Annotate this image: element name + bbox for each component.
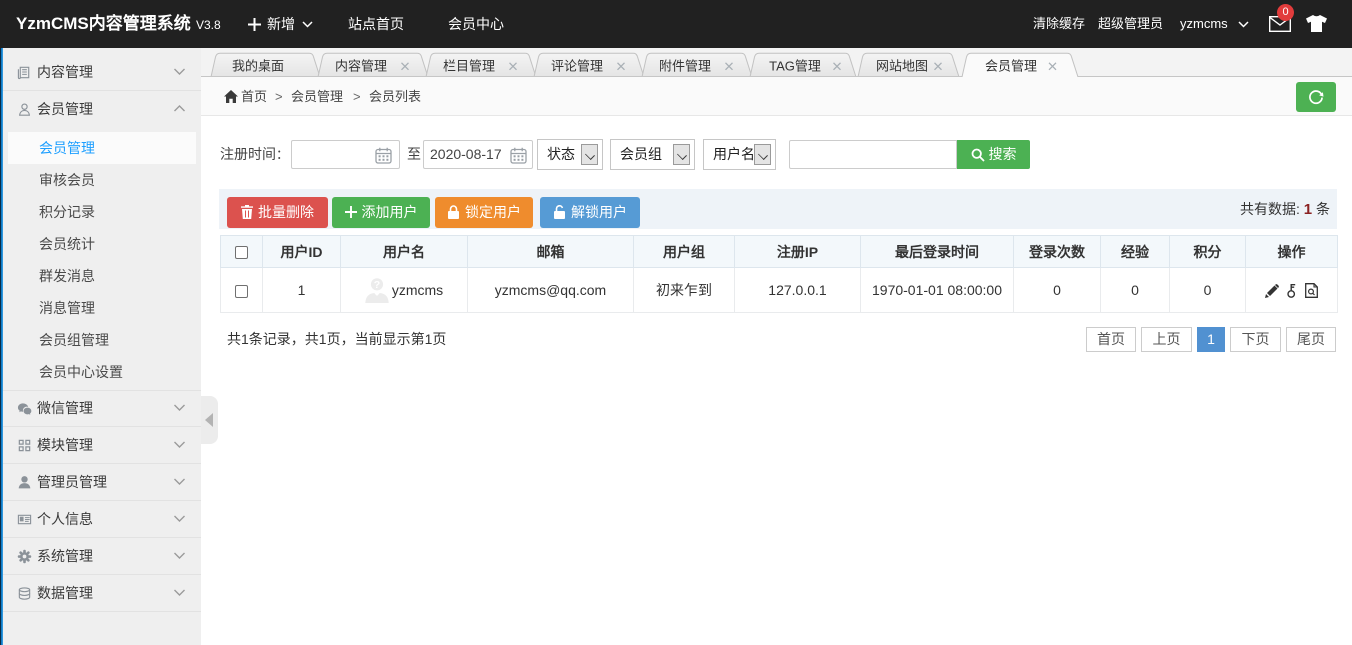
svg-text:栏目管理: 栏目管理: [443, 59, 495, 74]
svg-text:TAG管理: TAG管理: [769, 59, 821, 74]
svg-text:内容管理: 内容管理: [335, 59, 387, 74]
svg-text:评论管理: 评论管理: [551, 59, 603, 74]
svg-text:我的桌面: 我的桌面: [232, 59, 284, 74]
svg-text:附件管理: 附件管理: [659, 59, 711, 74]
svg-text:?: ?: [374, 279, 380, 291]
svg-text:网站地图: 网站地图: [876, 59, 928, 74]
svg-text:会员管理: 会员管理: [985, 59, 1037, 74]
